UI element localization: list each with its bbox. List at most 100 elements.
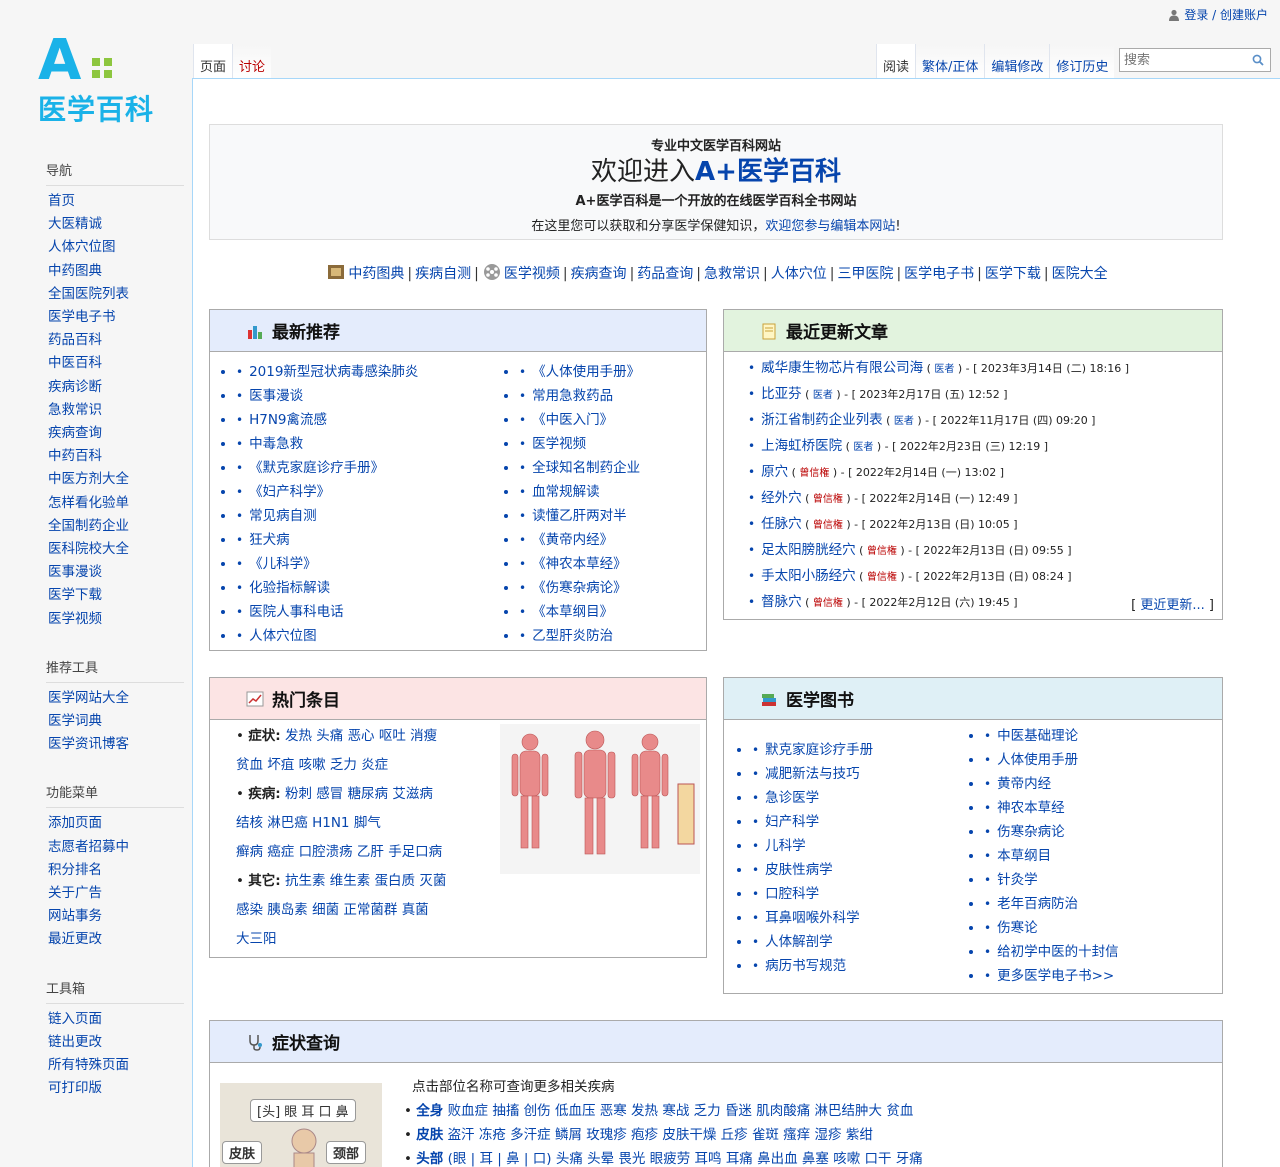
hot-link[interactable]: 蛋白质 xyxy=(375,873,416,889)
sidebar-item[interactable]: 医学下载 xyxy=(46,584,184,607)
brand-link[interactable]: A+医学百科 xyxy=(695,157,841,187)
recent-user-link[interactable]: 医者 xyxy=(853,442,873,453)
hot-link[interactable]: 发热 xyxy=(285,728,312,744)
sidebar-item[interactable]: 网站事务 xyxy=(46,905,184,928)
sidebar-item[interactable]: 积分排名 xyxy=(46,859,184,882)
quick-link[interactable]: 急救常识 xyxy=(704,266,760,282)
latest-item[interactable]: 读懂乙肝两对半 xyxy=(519,504,640,528)
hot-link[interactable]: 感冒 xyxy=(316,786,343,802)
site-logo[interactable]: A 医学百科 xyxy=(36,28,176,126)
symptom-link[interactable]: 鼻出血 xyxy=(757,1151,798,1167)
hot-link[interactable]: 癣病 xyxy=(236,844,263,860)
hot-link[interactable]: 口腔溃疡 xyxy=(299,844,353,860)
quick-link[interactable]: 中药图典 xyxy=(348,266,404,282)
book-item[interactable]: 默克家庭诊疗手册 xyxy=(752,738,984,762)
book-item[interactable]: 口腔科学 xyxy=(752,882,984,906)
symptom-link[interactable]: | 口) xyxy=(524,1151,552,1167)
sidebar-item[interactable]: 中医方剂大全 xyxy=(46,468,184,491)
edit-invite-link[interactable]: 欢迎您参与编辑本网站 xyxy=(765,219,895,234)
search-icon[interactable] xyxy=(1252,54,1264,66)
latest-item[interactable]: 血常规解读 xyxy=(519,480,640,504)
sidebar-item[interactable]: 大医精诚 xyxy=(46,213,184,236)
sidebar-item[interactable]: 医学网站大全 xyxy=(46,687,184,710)
recent-article-link[interactable]: 上海虹桥医院 xyxy=(761,438,842,454)
latest-item[interactable]: 《儿科学》 xyxy=(236,552,519,576)
hot-link[interactable]: 炎症 xyxy=(361,757,388,773)
tab-traditional[interactable]: 繁体/正体 xyxy=(915,44,985,80)
latest-item[interactable]: 医事漫谈 xyxy=(236,384,519,408)
symptom-link[interactable]: 发热 xyxy=(631,1103,658,1119)
sidebar-item[interactable]: 药品百科 xyxy=(46,329,184,352)
recent-user-link[interactable]: 医者 xyxy=(813,390,833,401)
search-input[interactable] xyxy=(1120,49,1240,71)
quick-link[interactable]: 医院大全 xyxy=(1052,266,1108,282)
symptom-link[interactable]: 湿疹 xyxy=(815,1127,842,1143)
latest-item[interactable]: 《妇产科学》 xyxy=(236,480,519,504)
hot-link[interactable]: 呕吐 xyxy=(379,728,406,744)
symptom-link[interactable]: 耳鸣 xyxy=(695,1151,722,1167)
recent-article-link[interactable]: 经外穴 xyxy=(761,490,802,506)
quick-link[interactable]: 三甲医院 xyxy=(837,266,893,282)
sidebar-item[interactable]: 全国医院列表 xyxy=(46,283,184,306)
recent-article-link[interactable]: 足太阳膀胱经穴 xyxy=(761,542,856,558)
latest-item[interactable]: 《本草纲目》 xyxy=(519,600,640,624)
hot-link[interactable]: 消瘦 xyxy=(410,728,437,744)
recent-user-link[interactable]: 曾信権 xyxy=(867,572,897,583)
symptom-link[interactable]: 皮肤干燥 xyxy=(662,1127,716,1143)
symptom-link[interactable]: 肌肉酸痛 xyxy=(756,1103,810,1119)
latest-item[interactable]: 《黄帝内经》 xyxy=(519,528,640,552)
book-item[interactable]: 人体使用手册 xyxy=(984,748,1119,772)
sidebar-item[interactable]: 疾病诊断 xyxy=(46,376,184,399)
sidebar-item[interactable]: 医科院校大全 xyxy=(46,538,184,561)
hot-link[interactable]: 贫血 xyxy=(236,757,263,773)
hot-link[interactable]: 淋巴癌 xyxy=(267,815,308,831)
recent-article-link[interactable]: 浙江省制药企业列表 xyxy=(761,412,883,428)
sidebar-item[interactable]: 医学电子书 xyxy=(46,306,184,329)
latest-item[interactable]: 2019新型冠状病毒感染肺炎 xyxy=(236,360,519,384)
symptom-link[interactable]: 抽搐 xyxy=(492,1103,519,1119)
hot-link[interactable]: 恶心 xyxy=(348,728,375,744)
symptom-link[interactable]: 口干 xyxy=(865,1151,892,1167)
latest-item[interactable]: 乙型肝炎防治 xyxy=(519,624,640,648)
latest-item[interactable]: 中毒急救 xyxy=(236,432,519,456)
sidebar-item[interactable]: 医学资讯博客 xyxy=(46,733,184,756)
book-item[interactable]: 针灸学 xyxy=(984,868,1119,892)
latest-item[interactable]: 常见病自测 xyxy=(236,504,519,528)
book-item[interactable]: 人体解剖学 xyxy=(752,930,984,954)
tab-history[interactable]: 修订历史 xyxy=(1049,44,1115,80)
recent-article-link[interactable]: 手太阳小肠经穴 xyxy=(761,568,856,584)
symptom-link[interactable]: 创伤 xyxy=(524,1103,551,1119)
sidebar-item[interactable]: 可打印版 xyxy=(46,1077,184,1100)
book-item[interactable]: 急诊医学 xyxy=(752,786,984,810)
book-item[interactable]: 黄帝内经 xyxy=(984,772,1119,796)
sidebar-item[interactable]: 急救常识 xyxy=(46,399,184,422)
recent-user-link[interactable]: 曾信権 xyxy=(813,494,843,505)
sidebar-item[interactable]: 疾病查询 xyxy=(46,422,184,445)
sidebar-item[interactable]: 首页 xyxy=(46,190,184,213)
sidebar-item[interactable]: 医学词典 xyxy=(46,710,184,733)
symptom-link[interactable]: | 鼻 xyxy=(497,1151,519,1167)
book-item[interactable]: 更多医学电子书>> xyxy=(984,964,1119,988)
latest-item[interactable]: 狂犬病 xyxy=(236,528,519,552)
hot-link[interactable]: 感染 xyxy=(236,902,263,918)
symptom-link[interactable]: 瘙痒 xyxy=(783,1127,810,1143)
sidebar-item[interactable]: 关于广告 xyxy=(46,882,184,905)
hot-link[interactable]: 粉刺 xyxy=(285,786,312,802)
hot-link[interactable]: 乙肝 xyxy=(357,844,384,860)
body-parts-image[interactable]: [头] 眼 耳 口 鼻 皮肤 颈部 xyxy=(220,1083,382,1167)
skin-label[interactable]: 皮肤 xyxy=(222,1141,263,1164)
recent-user-link[interactable]: 医者 xyxy=(894,416,914,427)
tab-read[interactable]: 阅读 xyxy=(876,44,916,80)
symptom-link[interactable]: 淋巴结肿大 xyxy=(815,1103,883,1119)
quick-link[interactable]: 医学下载 xyxy=(985,266,1041,282)
symptom-link[interactable]: (眼 xyxy=(448,1151,467,1167)
latest-item[interactable]: 《默克家庭诊疗手册》 xyxy=(236,456,519,480)
sidebar-item[interactable]: 志愿者招募中 xyxy=(46,836,184,859)
hot-link[interactable]: 脚气 xyxy=(354,815,381,831)
symptom-link[interactable]: 鳞屑 xyxy=(555,1127,582,1143)
symptom-link[interactable]: 玫瑰疹 xyxy=(586,1127,627,1143)
symptom-part-link[interactable]: 皮肤 xyxy=(416,1127,443,1143)
hot-link[interactable]: 乏力 xyxy=(330,757,357,773)
latest-item[interactable]: 化验指标解读 xyxy=(236,576,519,600)
symptom-link[interactable]: 多汗症 xyxy=(510,1127,551,1143)
